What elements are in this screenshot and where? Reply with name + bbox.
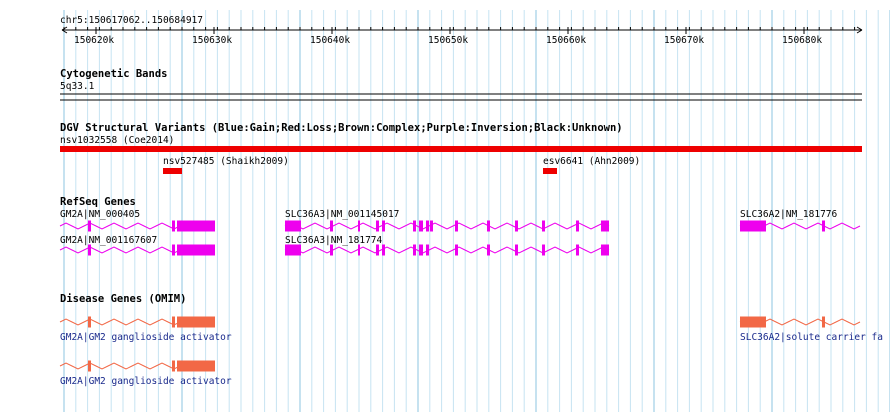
- exon: [330, 244, 333, 256]
- gene-label[interactable]: SLC36A2|NM_181776: [740, 209, 837, 220]
- exon: [413, 220, 416, 232]
- exon: [358, 220, 360, 232]
- track-title-dgv: DGV Structural Variants (Blue:Gain;Red:L…: [60, 122, 623, 134]
- exon: [740, 220, 766, 232]
- exon: [382, 220, 385, 232]
- gene-glyph: [739, 316, 861, 328]
- tick-label: 150650k: [428, 35, 469, 46]
- variant-label[interactable]: nsv1032558 (Coe2014): [60, 135, 174, 146]
- tick-label: 150630k: [192, 35, 233, 46]
- tick-label: 150670k: [664, 35, 705, 46]
- exon: [172, 244, 175, 256]
- exon: [576, 244, 579, 256]
- gene-glyph: [59, 360, 215, 372]
- gene-label[interactable]: SLC36A3|NM_001145017: [285, 209, 399, 220]
- exon: [88, 360, 91, 372]
- exon: [172, 220, 175, 232]
- exon: [515, 244, 518, 256]
- tick-label: 150620k: [74, 35, 115, 46]
- exon: [542, 244, 545, 256]
- exon: [285, 244, 301, 256]
- disease-gene-label[interactable]: GM2A|GM2 ganglioside activator: [60, 376, 232, 387]
- variant-label[interactable]: esv6641 (Ahn2009): [543, 156, 640, 167]
- exon: [542, 220, 545, 232]
- variant-bar: [60, 146, 862, 152]
- exon: [740, 316, 766, 328]
- tick-label: 150640k: [310, 35, 351, 46]
- exon: [419, 244, 423, 256]
- tick-label: 150680k: [782, 35, 823, 46]
- exon: [177, 360, 215, 372]
- genome-browser-panel[interactable]: chr5:150617062..150684917 150620k 150630…: [0, 0, 890, 412]
- exon: [822, 316, 825, 328]
- exon: [455, 244, 458, 256]
- disease-gene-label[interactable]: SLC36A2|solute carrier fa: [740, 332, 883, 343]
- variant-bar: [543, 168, 557, 174]
- exon: [426, 220, 429, 232]
- intron-line: [284, 246, 610, 254]
- disease-gene-label[interactable]: GM2A|GM2 ganglioside activator: [60, 332, 232, 343]
- exon: [515, 220, 518, 232]
- exon: [426, 244, 429, 256]
- exon: [430, 220, 433, 232]
- exon: [487, 244, 490, 256]
- exon: [172, 316, 175, 328]
- exon: [88, 220, 91, 232]
- exon: [172, 360, 175, 372]
- tick-label: 150660k: [546, 35, 587, 46]
- exon: [382, 244, 385, 256]
- exon: [455, 220, 458, 232]
- exon: [376, 244, 379, 256]
- gene-label[interactable]: GM2A|NM_001167607: [60, 235, 157, 246]
- gene-glyph: [284, 244, 610, 256]
- exon: [358, 244, 360, 256]
- location-label: chr5:150617062..150684917: [60, 15, 203, 26]
- exon: [330, 220, 333, 232]
- exon: [576, 220, 579, 232]
- gene-glyph: [59, 244, 215, 256]
- exon: [413, 244, 416, 256]
- track-title-omim: Disease Genes (OMIM): [60, 293, 187, 305]
- exon: [88, 316, 91, 328]
- exon: [285, 220, 301, 232]
- gene-glyph: [739, 220, 861, 232]
- exon: [177, 316, 215, 328]
- exon: [88, 244, 91, 256]
- exon: [601, 244, 609, 256]
- gene-glyph: [59, 316, 215, 328]
- exon: [177, 244, 215, 256]
- variant-label[interactable]: nsv527485 (Shaikh2009): [163, 156, 289, 167]
- gene-glyph: [59, 220, 215, 232]
- exon: [376, 220, 379, 232]
- exon: [822, 220, 825, 232]
- exon: [601, 220, 609, 232]
- track-title-cytoband: Cytogenetic Bands: [60, 68, 168, 80]
- gene-glyph: [284, 220, 610, 232]
- track-title-refseq: RefSeq Genes: [60, 196, 136, 208]
- variant-bar: [163, 168, 182, 174]
- exon: [177, 220, 215, 232]
- intron-line: [284, 222, 610, 230]
- exon: [419, 220, 423, 232]
- gene-label[interactable]: GM2A|NM_000405: [60, 209, 140, 220]
- gene-label[interactable]: SLC36A3|NM_181774: [285, 235, 382, 246]
- cytoband-label: 5q33.1: [60, 81, 95, 92]
- exon: [487, 220, 490, 232]
